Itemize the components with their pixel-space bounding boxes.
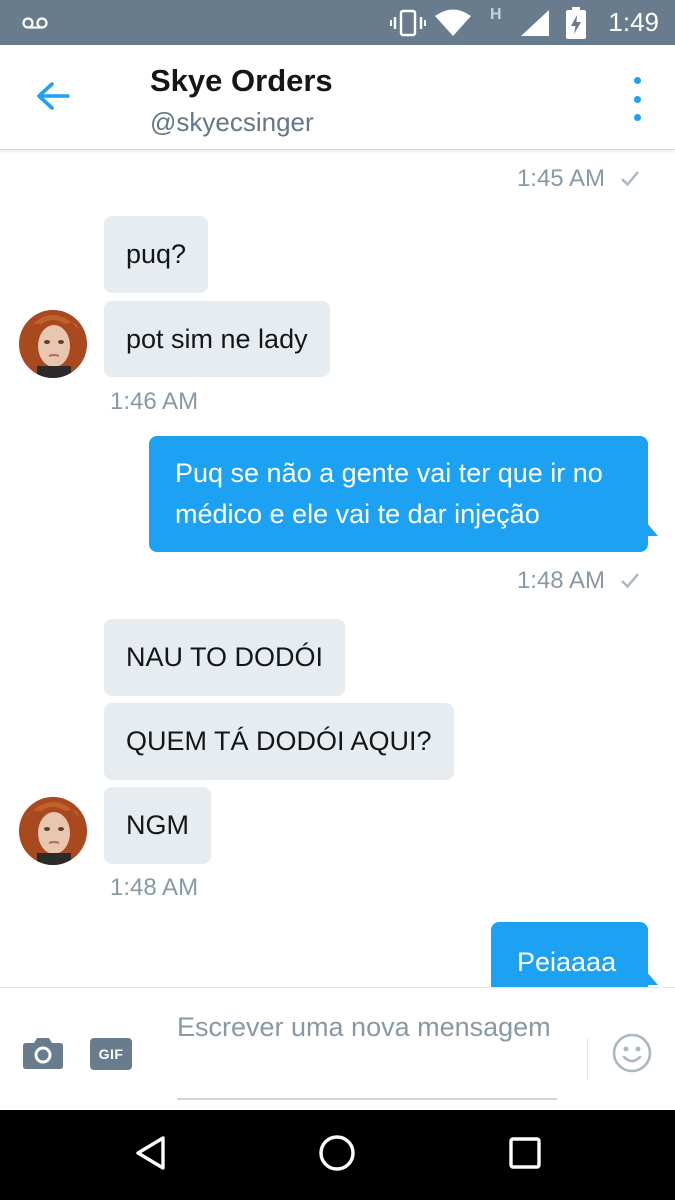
message-text: puq?: [126, 239, 187, 269]
avatar[interactable]: [19, 797, 87, 865]
message-text: NGM: [126, 810, 189, 840]
nav-back-button[interactable]: [130, 1135, 170, 1175]
emoji-button[interactable]: [612, 1033, 652, 1073]
read-check-icon: [621, 573, 639, 589]
divider: [587, 1038, 588, 1080]
gif-label: GIF: [98, 1046, 124, 1062]
compose-bar: GIF: [0, 987, 675, 1110]
wifi-icon: [434, 0, 472, 45]
nav-home-button[interactable]: [317, 1134, 357, 1177]
more-vertical-icon: [633, 77, 641, 84]
message-text: NAU TO DODÓI: [126, 642, 324, 672]
message-timestamp: 1:46 AM: [110, 388, 199, 415]
home-circle-icon: [318, 1134, 356, 1177]
recents-square-icon: [508, 1136, 542, 1175]
back-triangle-icon: [134, 1135, 166, 1176]
arrow-left-icon: [36, 81, 70, 116]
message-text: Peiaaaa: [517, 947, 617, 977]
incoming-message[interactable]: QUEM TÁ DODÓI AQUI?: [104, 703, 454, 780]
read-check-icon: [621, 171, 639, 187]
message-timestamp: 1:48 AM: [516, 567, 605, 594]
network-type-label: H: [490, 5, 502, 23]
camera-button[interactable]: [22, 1036, 64, 1070]
status-bar: H 1:49: [0, 0, 675, 45]
message-text: pot sim ne lady: [126, 323, 308, 354]
back-button[interactable]: [30, 75, 76, 121]
message-timestamp: 1:48 AM: [110, 874, 199, 901]
more-options-button[interactable]: [625, 77, 649, 121]
bubble-tail: [646, 971, 658, 985]
message-timestamp: 1:45 AM: [516, 165, 605, 192]
message-text: Puq se não a gente vai ter que ir no méd…: [175, 458, 603, 529]
contact-name: Skye Orders: [150, 63, 333, 98]
gif-button[interactable]: GIF: [90, 1038, 132, 1070]
conversation-header: Skye Orders @skyecsinger: [0, 45, 675, 150]
vibrate-icon: [390, 0, 426, 45]
contact-handle: @skyecsinger: [150, 107, 314, 137]
voicemail-icon: [22, 0, 48, 45]
outgoing-message[interactable]: Puq se não a gente vai ter que ir no méd…: [149, 436, 648, 552]
message-text: QUEM TÁ DODÓI AQUI?: [126, 726, 432, 756]
outgoing-message[interactable]: Peiaaaa: [491, 922, 648, 987]
incoming-message[interactable]: pot sim ne lady: [104, 301, 330, 377]
message-input[interactable]: [177, 1008, 557, 1100]
status-time: 1:49: [608, 7, 659, 37]
nav-recents-button[interactable]: [505, 1135, 545, 1175]
message-list[interactable]: 1:45 AM puq? pot sim ne lady 1:46 AM Puq…: [0, 151, 675, 987]
emoji-icon: [612, 1033, 652, 1077]
avatar[interactable]: [19, 310, 87, 378]
incoming-message[interactable]: NAU TO DODÓI: [104, 619, 346, 696]
battery-charging-icon: [566, 0, 586, 45]
bubble-tail: [646, 522, 658, 536]
system-nav-bar: [0, 1110, 675, 1200]
incoming-message[interactable]: puq?: [104, 216, 209, 293]
signal-icon: [520, 0, 550, 45]
incoming-message[interactable]: NGM: [104, 787, 211, 864]
camera-icon: [22, 1038, 64, 1074]
